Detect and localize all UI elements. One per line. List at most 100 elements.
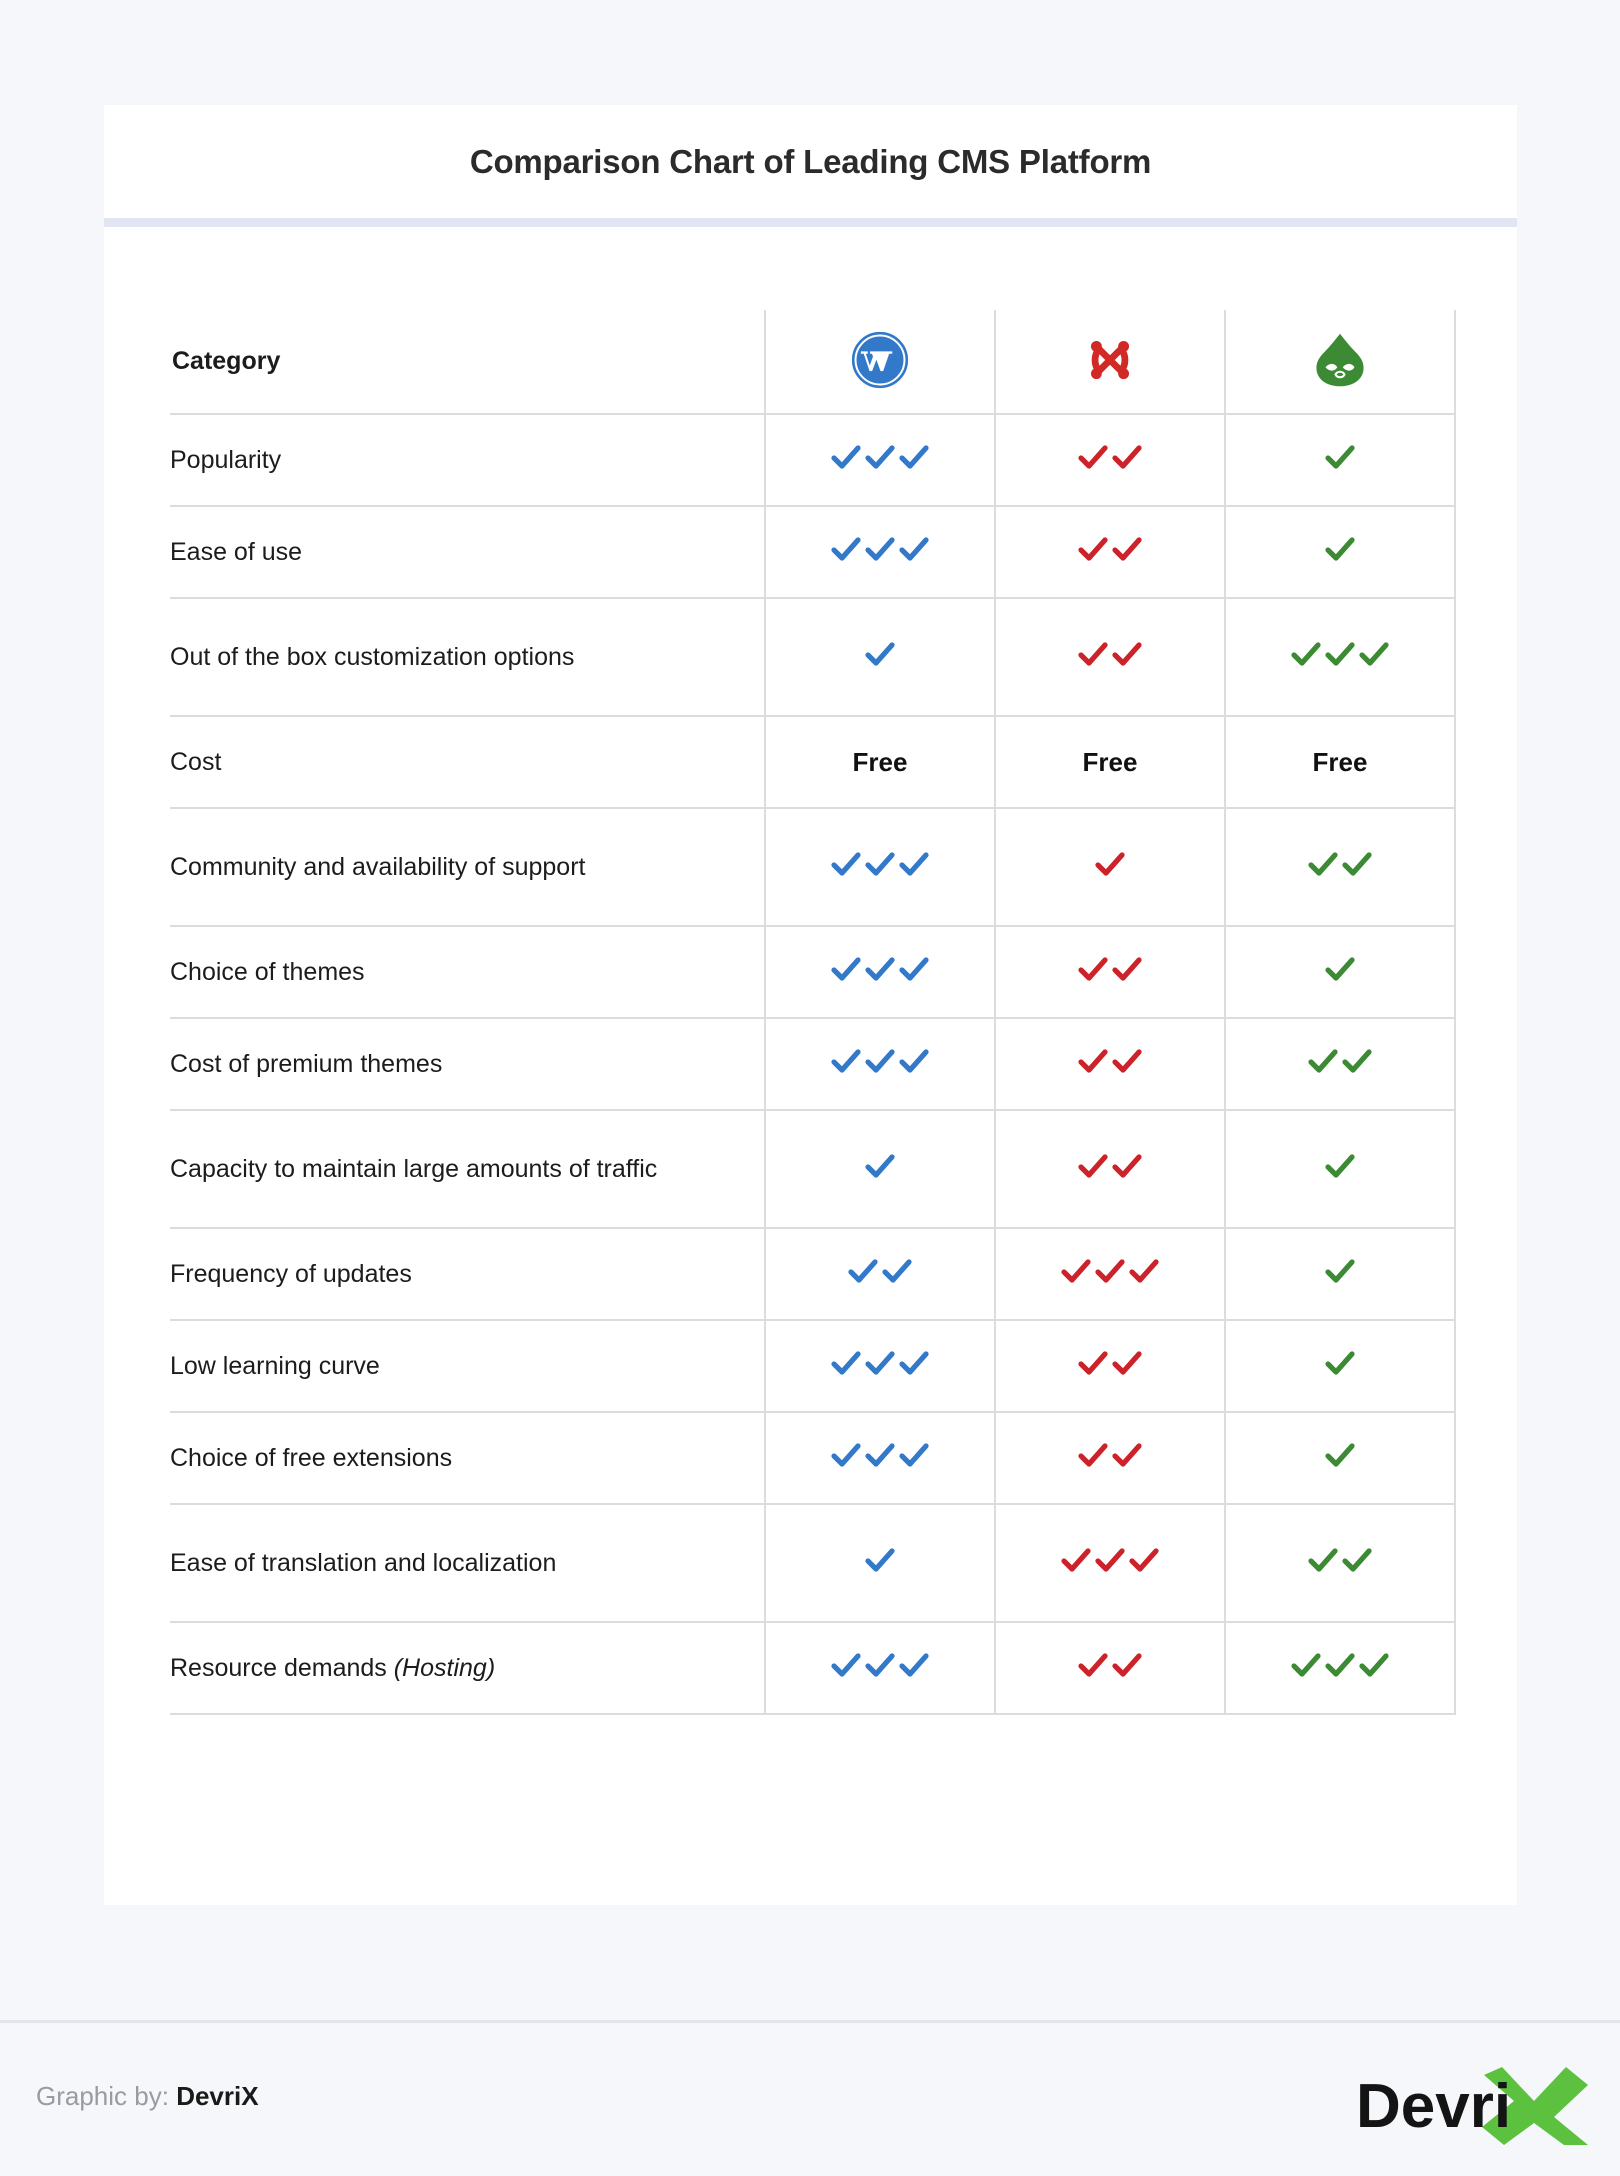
check-icon	[1358, 1651, 1390, 1681]
check-icon	[1111, 955, 1143, 985]
check-icon	[1324, 1349, 1356, 1379]
check-icon	[864, 535, 896, 565]
cell-drupal	[1225, 506, 1456, 599]
rating-checkmarks	[1324, 443, 1356, 473]
check-icon	[1077, 1047, 1109, 1077]
rating-checkmarks	[1324, 535, 1356, 565]
check-icon	[830, 1047, 862, 1077]
rating-checkmarks	[864, 640, 896, 670]
check-icon	[847, 1257, 879, 1287]
check-icon	[1111, 1651, 1143, 1681]
column-header-drupal	[1225, 310, 1456, 415]
check-icon	[864, 1047, 896, 1077]
check-icon	[864, 1651, 896, 1681]
rating-checkmarks	[1307, 850, 1373, 880]
check-icon	[1324, 955, 1356, 985]
check-icon	[864, 1546, 896, 1576]
column-header-joomla	[995, 310, 1226, 415]
cell-wordpress	[765, 1412, 996, 1505]
cell-joomla	[995, 1412, 1226, 1505]
check-icon	[1324, 443, 1356, 473]
check-icon	[1077, 1349, 1109, 1379]
rating-checkmarks	[830, 535, 930, 565]
check-icon	[1358, 640, 1390, 670]
footer-bar: Graphic by: DevriX Devri	[0, 2020, 1620, 2176]
comparison-table-wrapper: Category Popularity Ease of use Out of t…	[170, 310, 1456, 1715]
check-icon	[898, 1047, 930, 1077]
cell-drupal	[1225, 1018, 1456, 1111]
check-icon	[898, 1651, 930, 1681]
rating-checkmarks	[1290, 1651, 1390, 1681]
check-icon	[898, 443, 930, 473]
cell-wordpress	[765, 598, 996, 717]
check-icon	[1111, 1349, 1143, 1379]
rating-checkmarks	[830, 955, 930, 985]
rating-checkmarks	[1077, 640, 1143, 670]
table-row: Cost of premium themes	[170, 1018, 1456, 1111]
check-icon	[1324, 1651, 1356, 1681]
check-icon	[898, 1349, 930, 1379]
cell-text-value: Free	[1312, 746, 1368, 777]
check-icon	[1290, 640, 1322, 670]
row-category-label: Choice of themes	[170, 926, 766, 1019]
rating-checkmarks	[1077, 1349, 1143, 1379]
check-icon	[830, 850, 862, 880]
check-icon	[898, 535, 930, 565]
row-category-label: Resource demands (Hosting)	[170, 1622, 766, 1715]
rating-checkmarks	[1324, 1152, 1356, 1182]
cell-wordpress	[765, 1228, 996, 1321]
rating-checkmarks	[830, 1441, 930, 1471]
cell-text-value: Free	[852, 746, 908, 777]
check-icon	[864, 850, 896, 880]
drupal-logo-icon	[1309, 329, 1371, 391]
check-icon	[864, 1349, 896, 1379]
check-icon	[830, 443, 862, 473]
cell-joomla: Free	[995, 716, 1226, 809]
check-icon	[881, 1257, 913, 1287]
table-row: Choice of themes	[170, 926, 1456, 1019]
rating-checkmarks	[1307, 1546, 1373, 1576]
cell-drupal	[1225, 808, 1456, 927]
cell-drupal	[1225, 1228, 1456, 1321]
check-icon	[830, 1349, 862, 1379]
page-title: Comparison Chart of Leading CMS Platform	[469, 143, 1152, 180]
check-icon	[1111, 535, 1143, 565]
row-category-note: (Hosting)	[393, 1654, 496, 1682]
check-icon	[1094, 1546, 1126, 1576]
cell-wordpress	[765, 1320, 996, 1413]
cell-wordpress	[765, 926, 996, 1019]
check-icon	[1341, 1546, 1373, 1576]
credit-line: Graphic by: DevriX	[36, 2081, 259, 2112]
check-icon	[1290, 1651, 1322, 1681]
check-icon	[1094, 850, 1126, 880]
row-category-label: Capacity to maintain large amounts of tr…	[170, 1110, 766, 1229]
check-icon	[1111, 1441, 1143, 1471]
check-icon	[1111, 1152, 1143, 1182]
rating-checkmarks	[1094, 850, 1126, 880]
table-row: Resource demands (Hosting)	[170, 1622, 1456, 1715]
check-icon	[1094, 1257, 1126, 1287]
check-icon	[1324, 640, 1356, 670]
check-icon	[1077, 640, 1109, 670]
check-icon	[1341, 850, 1373, 880]
check-icon	[830, 955, 862, 985]
check-icon	[830, 535, 862, 565]
row-category-label: Community and availability of support	[170, 808, 766, 927]
check-icon	[864, 443, 896, 473]
rating-checkmarks	[864, 1546, 896, 1576]
cell-joomla	[995, 1504, 1226, 1623]
cell-joomla	[995, 926, 1226, 1019]
rating-checkmarks	[830, 1651, 930, 1681]
table-row: Frequency of updates	[170, 1228, 1456, 1321]
table-row: Ease of translation and localization	[170, 1504, 1456, 1623]
cell-drupal	[1225, 1320, 1456, 1413]
check-icon	[898, 955, 930, 985]
cell-joomla	[995, 1110, 1226, 1229]
rating-checkmarks	[830, 1047, 930, 1077]
row-category-label: Cost	[170, 716, 766, 809]
table-row: Cost Free Free Free	[170, 716, 1456, 809]
cell-text-value: Free	[1082, 746, 1138, 777]
row-category-label: Choice of free extensions	[170, 1412, 766, 1505]
table-row: Ease of use	[170, 506, 1456, 599]
table-row: Community and availability of support	[170, 808, 1456, 927]
